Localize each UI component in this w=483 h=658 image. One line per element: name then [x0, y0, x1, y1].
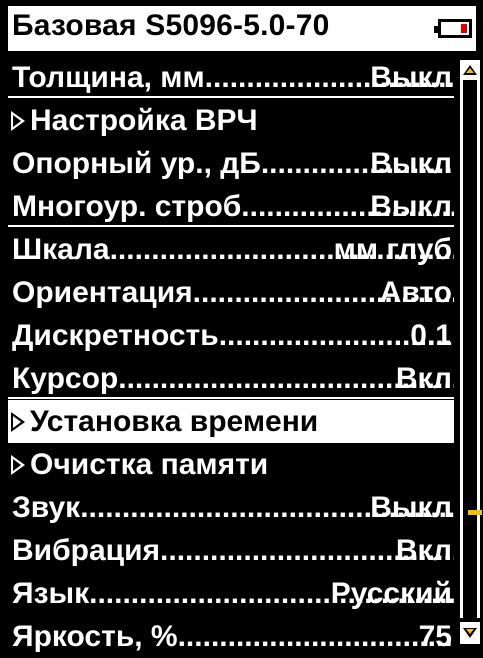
menu-item-orientation[interactable]: Ориентация..............................…	[8, 271, 454, 314]
submenu-arrow-icon	[11, 455, 25, 475]
menu-item-value: Выкл	[370, 61, 452, 94]
menu-item-label: Настройка ВРЧ	[30, 104, 258, 137]
menu-item-cursor[interactable]: Курсор..................................…	[8, 357, 454, 400]
title-bar: Базовая S5096-5.0-70	[8, 6, 476, 51]
device-screen: Базовая S5096-5.0-70 Толщина, мм........…	[0, 0, 483, 653]
menu-item-language[interactable]: Язык....................................…	[8, 572, 454, 615]
menu-item-value: Вкл	[395, 534, 452, 567]
menu-item-label: Установка времени	[30, 405, 319, 438]
submenu-arrow-icon	[11, 111, 25, 131]
dot-leader: Курсор..................................…	[12, 362, 454, 395]
submenu-arrow-icon	[11, 412, 25, 432]
menu-item-multilevel-gate[interactable]: Многоур. строб..........................…	[8, 185, 454, 228]
menu-item-reference-level[interactable]: Опорный ур., дБ.........................…	[8, 142, 454, 185]
menu-item-value: мм глуб	[333, 233, 452, 266]
dot-leader: Яркость, %..............................…	[12, 620, 454, 653]
menu-item-value: Вкл	[395, 362, 452, 395]
menu-item-value: Авто	[379, 276, 452, 309]
menu-item-resolution[interactable]: Дискретность............................…	[8, 314, 454, 357]
menu-item-scale[interactable]: Шкала...................................…	[8, 228, 454, 271]
scroll-thumb[interactable]	[468, 510, 482, 515]
menu-item-label: Очистка памяти	[30, 448, 269, 481]
menu-item-set-time[interactable]: Установка времени	[8, 400, 454, 443]
menu-item-sound[interactable]: Звук....................................…	[8, 486, 454, 529]
battery-icon	[434, 19, 472, 38]
menu-item-clear-memory[interactable]: Очистка памяти	[8, 443, 454, 486]
scrollbar[interactable]	[457, 56, 483, 645]
scroll-track[interactable]	[460, 80, 482, 618]
menu-item-vibration[interactable]: Вибрация................................…	[8, 529, 454, 572]
menu-item-value: Выкл	[370, 147, 452, 180]
dot-leader: Дискретность............................…	[12, 319, 454, 352]
menu-item-thickness[interactable]: Толщина, мм.............................…	[8, 56, 454, 99]
menu-item-value: 0.1	[410, 319, 452, 352]
menu-item-value: 75	[418, 620, 452, 653]
menu-item-value: Выкл	[370, 491, 452, 524]
dot-leader: Вибрация................................…	[12, 534, 454, 567]
menu-item-tcg-settings[interactable]: Настройка ВРЧ	[8, 99, 454, 142]
settings-menu: Толщина, мм.............................…	[8, 56, 454, 658]
page-title: Базовая S5096-5.0-70	[12, 9, 330, 42]
menu-item-value: Русский	[330, 577, 452, 610]
menu-item-brightness[interactable]: Яркость, %..............................…	[8, 615, 454, 658]
scroll-up-arrow-icon[interactable]	[460, 60, 480, 82]
scroll-down-arrow-icon[interactable]	[460, 622, 480, 644]
menu-item-value: Выкл	[370, 190, 452, 223]
